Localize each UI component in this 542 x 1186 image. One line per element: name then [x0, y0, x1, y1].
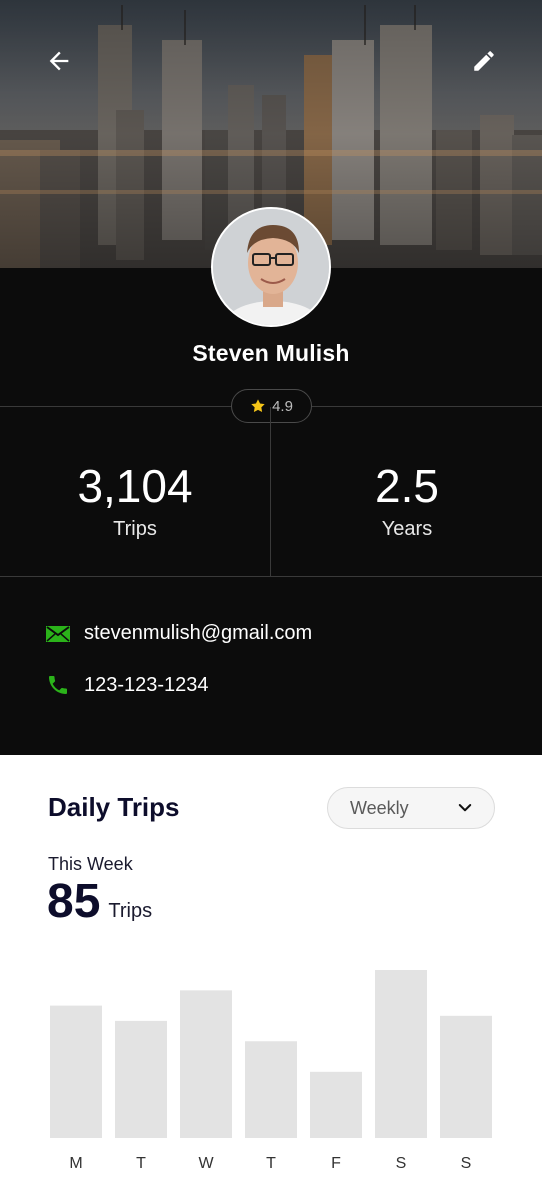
stat-years: 2.5 Years — [272, 458, 542, 541]
x-tick-label: S — [396, 1155, 407, 1172]
bar-2 — [180, 990, 232, 1138]
email-text: stevenmulish@gmail.com — [84, 622, 313, 644]
bar-1 — [115, 1020, 167, 1138]
star-icon — [251, 399, 265, 413]
mail-icon — [46, 625, 70, 642]
bar-6 — [440, 1015, 492, 1138]
x-tick-label: T — [266, 1155, 276, 1172]
trip-count: 85 Trips — [47, 874, 152, 930]
profile-name: Steven Mulish — [192, 340, 350, 366]
avatar-photo — [213, 209, 329, 325]
x-tick-label: W — [198, 1155, 214, 1172]
arrow-left-icon — [49, 51, 69, 71]
rating-badge: 4.9 — [231, 389, 312, 423]
stat-trips: 3,104 Trips — [0, 458, 270, 541]
avatar — [211, 207, 331, 327]
chevron-down-icon — [458, 804, 472, 812]
bar-5 — [375, 970, 427, 1138]
daily-trips-chart: MTWTFSS — [50, 970, 492, 1172]
divider — [0, 576, 542, 577]
phone-icon — [49, 676, 67, 694]
x-tick-label: S — [461, 1155, 472, 1172]
stat-trips-label: Trips — [113, 518, 157, 540]
phone-row[interactable]: 123-123-1234 — [46, 673, 209, 697]
rating-value: 4.9 — [272, 397, 293, 415]
stat-trips-value: 3,104 — [77, 460, 193, 512]
phone-text: 123-123-1234 — [84, 673, 209, 696]
week-label: This Week — [48, 854, 133, 874]
trip-count-unit: Trips — [108, 900, 153, 922]
stat-years-label: Years — [381, 518, 433, 540]
x-tick-label: F — [331, 1155, 341, 1172]
stats-divider — [270, 407, 271, 576]
edit-profile-button[interactable] — [467, 44, 501, 78]
x-tick-label: M — [69, 1155, 82, 1172]
email-row[interactable]: stevenmulish@gmail.com — [46, 622, 312, 645]
bar-4 — [310, 1071, 362, 1138]
bar-0 — [50, 1005, 102, 1138]
trip-count-value: 85 — [47, 875, 101, 928]
x-tick-label: T — [136, 1155, 146, 1172]
back-button[interactable] — [42, 44, 76, 78]
daily-trips-title: Daily Trips — [48, 792, 180, 822]
stat-years-value: 2.5 — [375, 460, 439, 512]
period-value: Weekly — [350, 797, 409, 818]
pencil-icon — [474, 51, 494, 71]
period-dropdown[interactable]: Weekly — [327, 787, 495, 829]
bar-3 — [245, 1041, 297, 1138]
